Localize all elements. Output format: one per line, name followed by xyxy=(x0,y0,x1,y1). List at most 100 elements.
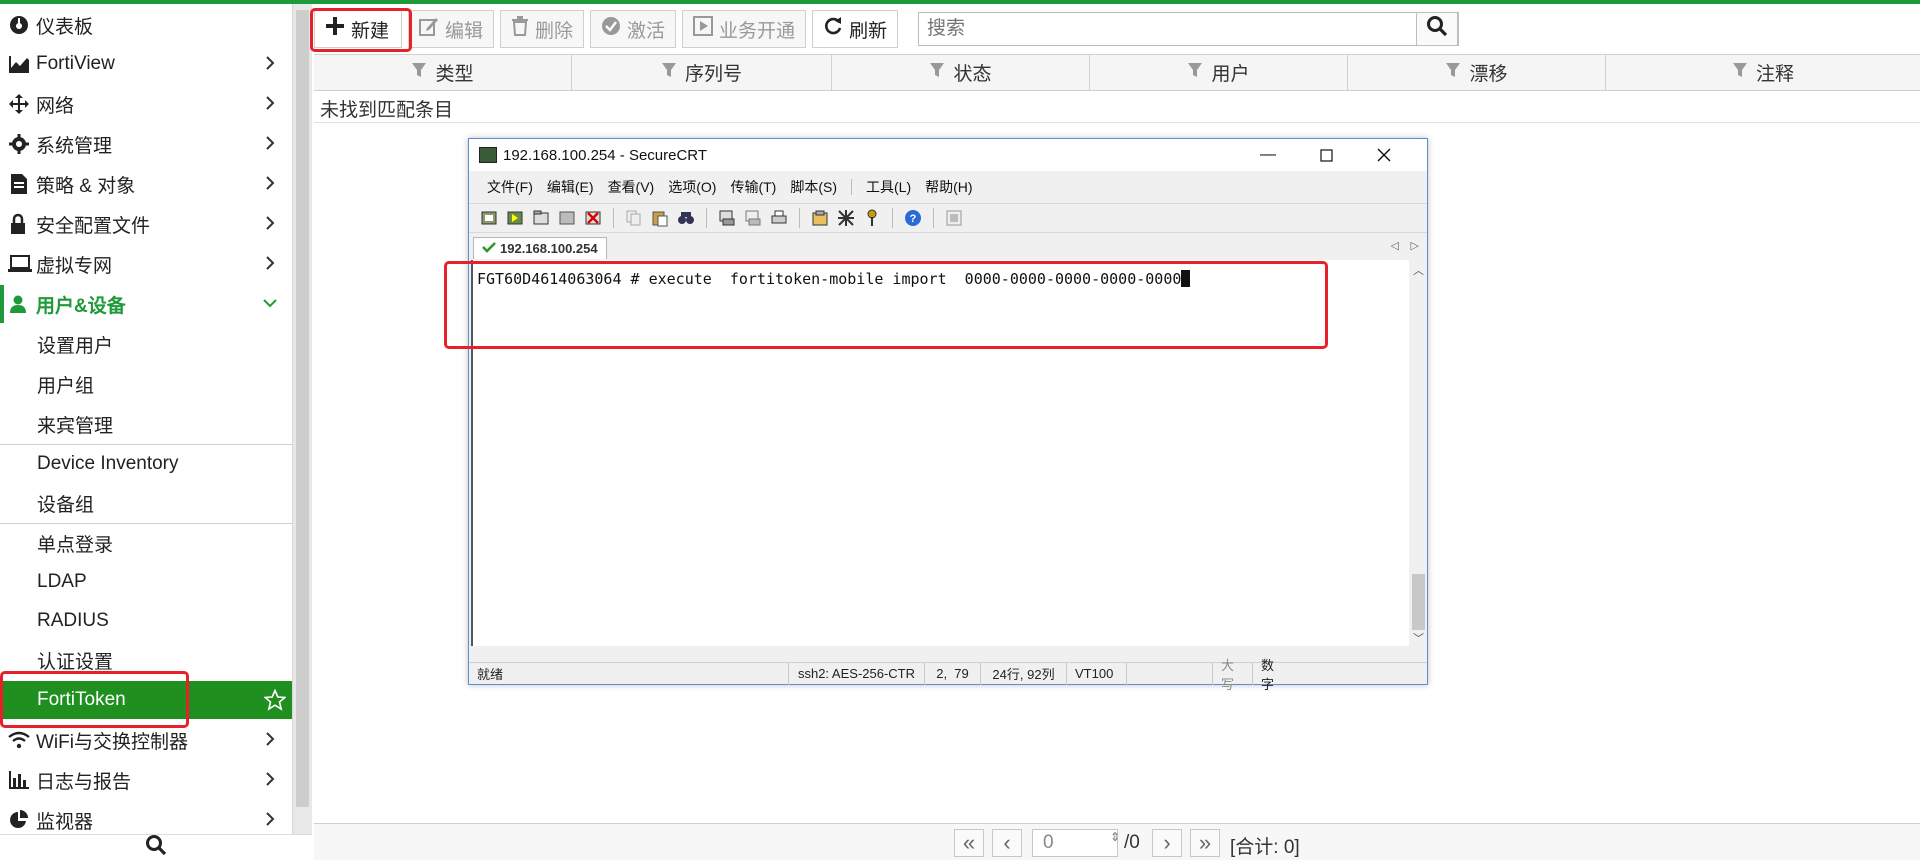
print-screen-icon[interactable] xyxy=(717,208,737,228)
menu-edit[interactable]: 编辑(E) xyxy=(547,177,594,197)
scrollbar-thumb[interactable] xyxy=(296,10,309,807)
menu-transfer[interactable]: 传输(T) xyxy=(730,177,776,197)
sidebar-item-user-device[interactable]: 用户&设备 xyxy=(0,285,292,323)
global-options-icon[interactable] xyxy=(836,208,856,228)
filter-icon[interactable] xyxy=(661,62,677,84)
close-button[interactable] xyxy=(1355,139,1413,171)
help-icon[interactable]: ? xyxy=(903,208,923,228)
toolbar-separator xyxy=(892,208,893,228)
prev-page-button[interactable]: ‹ xyxy=(992,829,1022,857)
sidebar-item-vpn[interactable]: 虚拟专网 xyxy=(0,245,292,283)
map-keys-icon[interactable] xyxy=(944,208,964,228)
highlight-terminal-command xyxy=(444,261,1328,349)
sidebar-item-fortiview[interactable]: FortiView xyxy=(0,45,292,83)
column-header-status[interactable]: 状态 xyxy=(832,55,1090,90)
tab-scroll-left-icon[interactable]: ◁ xyxy=(1391,239,1399,252)
sidebar-item-system[interactable]: 系统管理 xyxy=(0,125,292,163)
sidebar-item-label: 网络 xyxy=(36,95,75,117)
chevron-right-icon xyxy=(260,253,280,273)
highlight-fortitoken-item xyxy=(0,671,189,728)
sidebar-item-label: 安全配置文件 xyxy=(36,215,151,237)
scrollbar-thumb[interactable] xyxy=(1412,574,1425,630)
activate-button[interactable]: 激活 xyxy=(590,10,677,48)
column-header-drift[interactable]: 漂移 xyxy=(1348,55,1606,90)
sidebar-item-dashboard[interactable]: 仪表板 xyxy=(0,6,292,44)
chevron-right-icon xyxy=(260,173,280,193)
securecrt-window: 192.168.100.254 - SecureCRT — 文件(F) 编辑(E… xyxy=(468,138,1428,692)
paste-icon[interactable] xyxy=(650,208,670,228)
column-header-type[interactable]: 类型 xyxy=(314,55,572,90)
session-options-icon[interactable] xyxy=(810,208,830,228)
refresh-button[interactable]: 刷新 xyxy=(812,10,899,48)
key-icon[interactable] xyxy=(862,208,882,228)
menu-script[interactable]: 脚本(S) xyxy=(790,177,837,197)
menu-view[interactable]: 查看(V) xyxy=(608,177,655,197)
sidebar-item-log-report[interactable]: 日志与报告 xyxy=(0,761,292,799)
svg-text:?: ? xyxy=(910,213,917,225)
column-header-user[interactable]: 用户 xyxy=(1090,55,1348,90)
menu-tools[interactable]: 工具(L) xyxy=(866,177,911,197)
first-page-button[interactable]: « xyxy=(954,829,984,857)
page-stepper-icon[interactable]: ⇕ xyxy=(1110,830,1120,844)
column-header-serial[interactable]: 序列号 xyxy=(572,55,832,90)
maximize-button[interactable] xyxy=(1297,139,1355,171)
print-selection-icon[interactable] xyxy=(743,208,763,228)
sidebar-sub-user-groups[interactable]: 用户组 xyxy=(0,365,292,403)
filter-icon[interactable] xyxy=(929,62,945,84)
sidebar-search-button[interactable] xyxy=(0,834,312,860)
edit-button[interactable]: 编辑 xyxy=(408,10,495,48)
status-cursor-position: 2, 79 xyxy=(925,662,981,685)
star-icon[interactable] xyxy=(263,688,287,717)
session-tab[interactable]: 192.168.100.254 xyxy=(473,237,607,259)
sidebar-item-label: 监视器 xyxy=(36,811,94,833)
connect-icon[interactable] xyxy=(479,208,499,228)
filter-icon[interactable] xyxy=(1445,62,1461,84)
search-input[interactable] xyxy=(919,13,1419,45)
delete-button[interactable]: 删除 xyxy=(500,10,585,48)
chevron-right-icon xyxy=(260,53,280,73)
status-cipher: ssh2: AES-256-CTR xyxy=(789,662,925,685)
print-icon[interactable] xyxy=(769,208,789,228)
find-icon[interactable] xyxy=(676,208,696,228)
connect-tab-icon[interactable] xyxy=(531,208,551,228)
chevron-right-icon xyxy=(260,133,280,153)
page-number-input[interactable]: 0 xyxy=(1032,829,1118,857)
minimize-button[interactable]: — xyxy=(1239,139,1297,171)
delete-button-label: 删除 xyxy=(535,20,574,42)
session-tab-label: 192.168.100.254 xyxy=(500,241,598,256)
menu-options[interactable]: 选项(O) xyxy=(668,177,716,197)
sidebar-sub-guest-management[interactable]: 来宾管理 xyxy=(0,405,292,443)
sidebar-sub-device-groups[interactable]: 设备组 xyxy=(0,484,292,522)
chevron-down-icon xyxy=(260,293,280,313)
next-page-button[interactable]: › xyxy=(1152,829,1182,857)
sidebar-item-security-profiles[interactable]: 安全配置文件 xyxy=(0,205,292,243)
filter-icon[interactable] xyxy=(1732,62,1748,84)
terminal-scrollbar[interactable]: ︿ ﹀ xyxy=(1409,260,1427,646)
toolbar-separator xyxy=(613,208,614,228)
tab-scroll-right-icon[interactable]: ▷ xyxy=(1411,239,1419,252)
sidebar-item-policy[interactable]: 策略 & 对象 xyxy=(0,165,292,203)
reconnect-icon[interactable] xyxy=(557,208,577,228)
last-page-button[interactable]: » xyxy=(1190,829,1220,857)
sidebar-sub-single-sign-on[interactable]: 单点登录 xyxy=(0,524,292,562)
scroll-up-icon[interactable]: ︿ xyxy=(1413,262,1424,278)
sidebar-scrollbar[interactable] xyxy=(292,4,312,834)
column-header-comments[interactable]: 注释 xyxy=(1606,55,1920,90)
copy-icon[interactable] xyxy=(624,208,644,228)
sidebar-sub-user-definition[interactable]: 设置用户 xyxy=(0,325,292,363)
sidebar-sub-device-inventory[interactable]: Device Inventory xyxy=(0,445,292,483)
provision-button[interactable]: 业务开通 xyxy=(682,10,807,48)
sidebar-item-network[interactable]: 网络 xyxy=(0,85,292,123)
filter-icon[interactable] xyxy=(1187,62,1203,84)
menu-file[interactable]: 文件(F) xyxy=(487,177,533,197)
search-button[interactable] xyxy=(1416,12,1458,46)
check-circle-icon xyxy=(601,16,621,42)
filter-icon[interactable] xyxy=(411,62,427,84)
quick-connect-icon[interactable] xyxy=(505,208,525,228)
menu-help[interactable]: 帮助(H) xyxy=(925,177,972,197)
row-divider xyxy=(314,122,1920,123)
scroll-down-icon[interactable]: ﹀ xyxy=(1413,630,1424,646)
sidebar-sub-radius[interactable]: RADIUS xyxy=(0,602,292,640)
disconnect-icon[interactable] xyxy=(583,208,603,228)
sidebar-sub-ldap[interactable]: LDAP xyxy=(0,563,292,601)
